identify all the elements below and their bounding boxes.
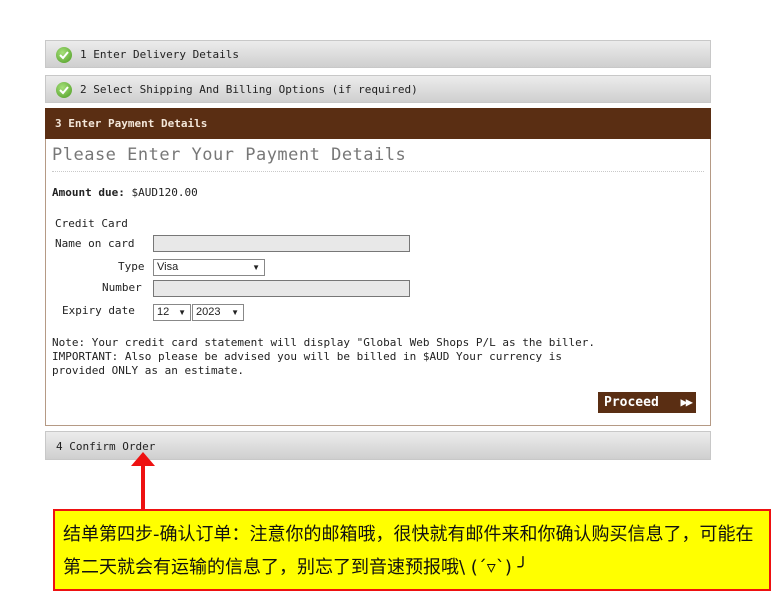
expiry-month-value: 12 <box>157 306 170 318</box>
double-arrow-right-icon: ▶▶ <box>680 395 694 409</box>
credit-card-heading: Credit Card <box>55 217 128 230</box>
expiry-year-value: 2023 <box>196 306 221 318</box>
checkmark-icon <box>56 82 72 98</box>
step-label: 2 Select Shipping And Billing Options (i… <box>80 83 418 96</box>
step-select-shipping-billing[interactable]: 2 Select Shipping And Billing Options (i… <box>45 75 711 103</box>
dropdown-arrow-icon: ▼ <box>178 308 186 317</box>
expiry-month-select[interactable]: 12 ▼ <box>153 304 191 321</box>
annotation-arrow-line <box>141 463 145 513</box>
billing-note: Note: Your credit card statement will di… <box>52 336 596 377</box>
name-on-card-input[interactable] <box>153 235 410 252</box>
payment-panel: Please Enter Your Payment Details Amount… <box>45 139 711 426</box>
expiry-date-label: Expiry date <box>62 304 135 317</box>
card-type-select[interactable]: Visa ▼ <box>153 259 265 276</box>
card-type-label: Type <box>118 260 145 273</box>
page-title: Please Enter Your Payment Details <box>52 145 407 165</box>
expiry-year-select[interactable]: 2023 ▼ <box>192 304 244 321</box>
amount-due: Amount due: $AUD120.00 <box>52 186 198 199</box>
step-label: 1 Enter Delivery Details <box>80 48 239 61</box>
step-label: 3 Enter Payment Details <box>55 117 208 130</box>
proceed-label: Proceed <box>604 395 659 410</box>
amount-due-value: $AUD120.00 <box>131 186 198 199</box>
proceed-button[interactable]: Proceed ▶▶ <box>598 392 696 413</box>
divider <box>52 171 704 172</box>
step-enter-delivery-details[interactable]: 1 Enter Delivery Details <box>45 40 711 68</box>
checkmark-icon <box>56 47 72 63</box>
dropdown-arrow-icon: ▼ <box>252 263 260 272</box>
annotation-callout: 结单第四步-确认订单：注意你的邮箱哦，很快就有邮件来和你确认购买信息了，可能在第… <box>53 509 771 591</box>
card-number-input[interactable] <box>153 280 410 297</box>
card-number-label: Number <box>102 281 142 294</box>
dropdown-arrow-icon: ▼ <box>231 308 239 317</box>
amount-due-label: Amount due: <box>52 186 125 199</box>
step-enter-payment-details: 3 Enter Payment Details <box>45 108 711 139</box>
name-on-card-label: Name on card <box>55 237 135 250</box>
card-type-value: Visa <box>157 261 179 273</box>
